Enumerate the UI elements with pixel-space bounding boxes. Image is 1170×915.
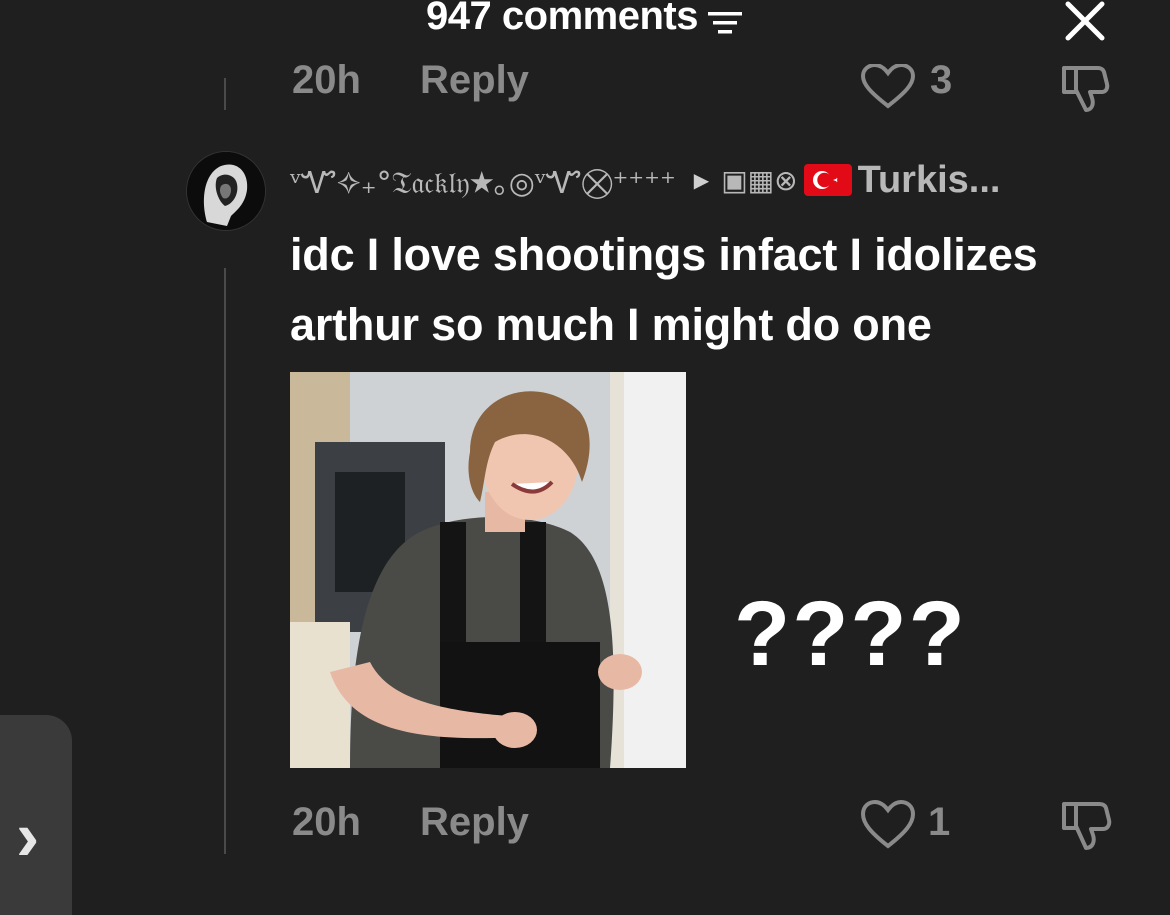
comment-time: 20h: [292, 800, 361, 844]
close-icon[interactable]: [1060, 0, 1110, 46]
avatar[interactable]: [186, 151, 266, 231]
image-caption-text: ????: [734, 583, 967, 685]
reply-button[interactable]: Reply: [420, 800, 529, 845]
chevron-right-icon[interactable]: ›: [16, 796, 39, 876]
comments-header: 947 comments: [0, 0, 1170, 39]
turkey-flag-icon: [803, 164, 852, 196]
username-text: Turkis...: [857, 158, 1001, 201]
username-badges: ▣▦⊗: [721, 163, 798, 197]
sort-lines-icon[interactable]: [706, 3, 744, 34]
username-decoration: ᵛᏉ✧₊°𝔗𝔞𝔠𝔨𝔩𝔶★｡◎ᵛᏉ⨂⁺⁺⁺⁺: [290, 166, 676, 201]
comments-count-title: 947 comments: [426, 0, 698, 38]
like-heart-icon[interactable]: [860, 799, 916, 855]
reply-arrow-icon: ▶: [693, 169, 710, 192]
prev-reply-button[interactable]: Reply: [420, 58, 529, 103]
comment-username[interactable]: ᵛᏉ✧₊°𝔗𝔞𝔠𝔨𝔩𝔶★｡◎ᵛᏉ⨂⁺⁺⁺⁺ ▶ ▣▦⊗ Turkis...: [290, 156, 1000, 204]
comment-photo[interactable]: [290, 372, 686, 768]
prev-dislike-icon[interactable]: [1058, 62, 1112, 121]
prev-like-count: 3: [930, 58, 953, 102]
dislike-icon[interactable]: [1058, 798, 1114, 859]
thread-line-top: [224, 78, 226, 110]
prev-like-heart-icon[interactable]: [860, 62, 916, 115]
like-count: 1: [928, 800, 951, 844]
comment-text: idc I love shootings infact I idolizes a…: [290, 229, 1038, 350]
prev-comment-time: 20h: [292, 58, 361, 102]
thread-line: [224, 268, 226, 854]
